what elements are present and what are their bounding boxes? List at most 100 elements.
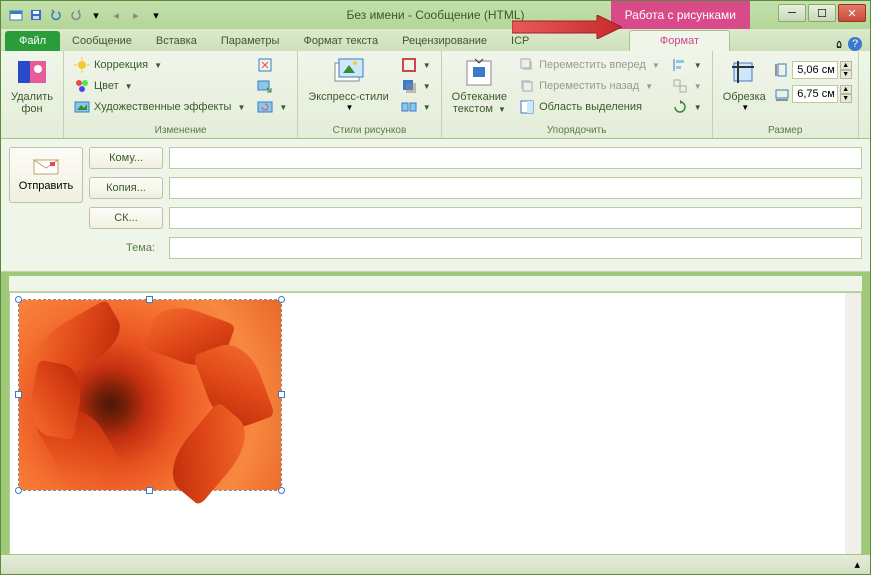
selection-pane-button[interactable]: Область выделения [515, 97, 664, 117]
align-menu[interactable]: ▼ [668, 55, 706, 75]
remove-background-button[interactable]: Удалитьфон [7, 55, 57, 117]
height-spinner[interactable]: ▲▼ [774, 61, 852, 79]
close-button[interactable]: ✕ [838, 4, 866, 22]
remove-bg-icon [16, 57, 48, 89]
brightness-icon [74, 57, 90, 73]
bcc-input[interactable] [169, 207, 862, 229]
artistic-icon [74, 99, 90, 115]
bcc-button[interactable]: СК... [89, 207, 163, 229]
next-icon[interactable]: ▸ [127, 6, 145, 24]
save-icon[interactable] [27, 6, 45, 24]
help-icon[interactable]: ? [848, 37, 862, 51]
bring-forward-icon [519, 57, 535, 73]
compress-icon [257, 57, 273, 73]
height-icon [774, 62, 790, 78]
tab-format-text[interactable]: Формат текста [291, 31, 390, 51]
flower-image [19, 300, 281, 490]
message-body[interactable] [9, 292, 862, 564]
group-label-arrange: Упорядочить [448, 123, 706, 138]
app-icon[interactable] [7, 6, 25, 24]
qat-customize-icon[interactable]: ▾ [147, 6, 165, 24]
cc-button[interactable]: Копия... [89, 177, 163, 199]
quick-access-toolbar: ▾ ◂ ▸ ▾ [1, 6, 165, 24]
send-backward-icon [519, 78, 535, 94]
qat-more-icon[interactable]: ▾ [87, 6, 105, 24]
to-input[interactable] [169, 147, 862, 169]
crop-icon [728, 57, 760, 89]
send-label: Отправить [19, 180, 74, 192]
selected-image[interactable] [18, 299, 282, 491]
resize-handle-w[interactable] [15, 391, 22, 398]
zoom-collapse-icon[interactable]: ▴ [854, 558, 860, 571]
border-icon [401, 57, 417, 73]
undo-icon[interactable] [47, 6, 65, 24]
quick-styles-icon [333, 57, 365, 89]
resize-handle-n[interactable] [146, 296, 153, 303]
maximize-button[interactable]: ☐ [808, 4, 836, 22]
height-down[interactable]: ▼ [840, 70, 852, 79]
palette-icon [74, 78, 90, 94]
corrections-menu[interactable]: Коррекция▼ [70, 55, 249, 75]
height-input[interactable] [792, 61, 838, 79]
tab-format[interactable]: Формат [629, 30, 730, 51]
resize-handle-nw[interactable] [15, 296, 22, 303]
resize-handle-sw[interactable] [15, 487, 22, 494]
send-backward-button: Переместить назад▼ [515, 76, 664, 96]
effects-icon [401, 78, 417, 94]
width-input[interactable] [792, 85, 838, 103]
redo-icon[interactable] [67, 6, 85, 24]
resize-handle-ne[interactable] [278, 296, 285, 303]
cc-input[interactable] [169, 177, 862, 199]
picture-effects-menu[interactable]: ▼ [397, 76, 435, 96]
subject-input[interactable] [169, 237, 862, 259]
compress-pictures-button[interactable] [253, 55, 291, 75]
layout-icon [401, 99, 417, 115]
resize-handle-e[interactable] [278, 391, 285, 398]
color-menu[interactable]: Цвет▼ [70, 76, 249, 96]
width-down[interactable]: ▼ [840, 94, 852, 103]
crop-button[interactable]: Обрезка ▼ [719, 55, 770, 114]
reset-icon [257, 99, 273, 115]
tab-review[interactable]: Рецензирование [390, 31, 499, 51]
resize-handle-se[interactable] [278, 487, 285, 494]
reset-picture-button[interactable]: ▼ [253, 97, 291, 117]
file-tab[interactable]: Файл [5, 31, 60, 51]
mail-header: Отправить Кому... Копия... СК... Тема: [1, 139, 870, 272]
width-icon [774, 86, 790, 102]
status-bar: ▴ [1, 554, 870, 574]
quick-styles-button[interactable]: Экспресс-стили ▼ [304, 55, 392, 114]
width-spinner[interactable]: ▲▼ [774, 85, 852, 103]
vertical-scrollbar[interactable] [845, 293, 861, 563]
title-bar: ▾ ◂ ▸ ▾ Без имени - Сообщение (HTML) Раб… [1, 1, 870, 29]
picture-border-menu[interactable]: ▼ [397, 55, 435, 75]
resize-handle-s[interactable] [146, 487, 153, 494]
tab-icp[interactable]: ICP [499, 31, 541, 51]
height-up[interactable]: ▲ [840, 61, 852, 70]
ribbon: Удалитьфон Коррекция▼ Цвет▼ Художественн… [1, 51, 870, 139]
ribbon-collapse-icon[interactable]: ۵ [836, 38, 842, 51]
rotate-menu[interactable]: ▼ [668, 97, 706, 117]
width-up[interactable]: ▲ [840, 85, 852, 94]
envelope-icon [32, 158, 60, 176]
artistic-effects-menu[interactable]: Художественные эффекты▼ [70, 97, 249, 117]
change-picture-button[interactable] [253, 76, 291, 96]
group-label-change: Изменение [70, 123, 291, 138]
wrap-text-button[interactable]: Обтеканиетекстом ▼ [448, 55, 511, 118]
subject-label: Тема: [9, 242, 163, 254]
prev-icon[interactable]: ◂ [107, 6, 125, 24]
tab-options[interactable]: Параметры [209, 31, 292, 51]
align-icon [672, 57, 688, 73]
to-button[interactable]: Кому... [89, 147, 163, 169]
picture-layout-menu[interactable]: ▼ [397, 97, 435, 117]
group-label-size: Размер [719, 123, 852, 138]
minimize-button[interactable]: ─ [778, 4, 806, 22]
tab-insert[interactable]: Вставка [144, 31, 209, 51]
bring-forward-button: Переместить вперед▼ [515, 55, 664, 75]
group-icon [672, 78, 688, 94]
group-menu: ▼ [668, 76, 706, 96]
selection-pane-icon [519, 99, 535, 115]
send-button[interactable]: Отправить [9, 147, 83, 203]
context-tab-picture-tools: Работа с рисунками [611, 1, 750, 29]
tab-message[interactable]: Сообщение [60, 31, 144, 51]
rotate-icon [672, 99, 688, 115]
